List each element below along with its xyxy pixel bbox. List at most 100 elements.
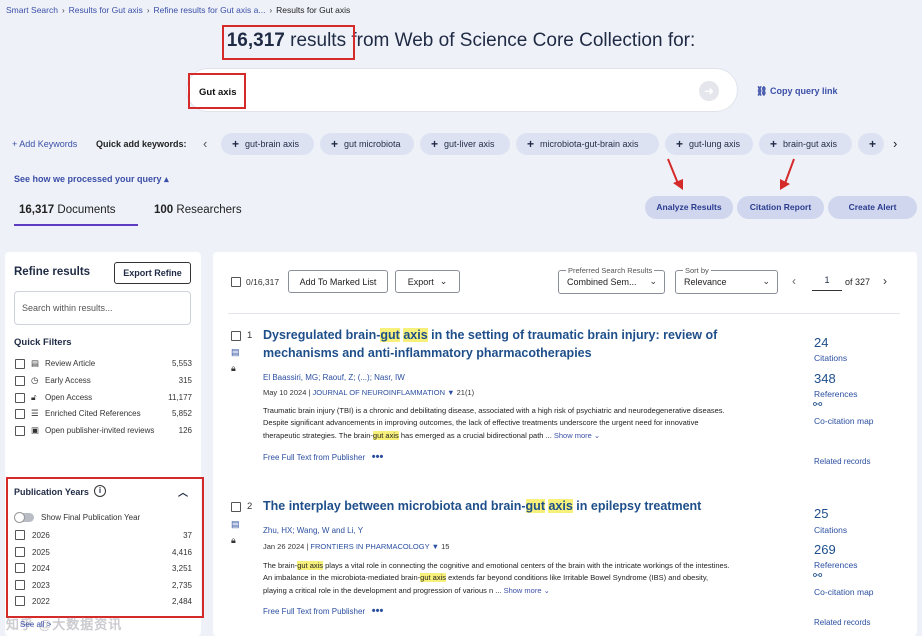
record-meta: May 10 2024 | JOURNAL OF NEUROINFLAMMATI… — [263, 388, 475, 397]
references-count[interactable]: 348 — [814, 371, 836, 386]
arrow-right-icon[interactable]: ➜ — [699, 81, 719, 101]
prev-page-button[interactable]: ‹ — [792, 274, 796, 288]
full-text-link[interactable]: Free Full Text from Publisher ••• — [263, 605, 383, 617]
page-input[interactable]: 1 — [812, 271, 842, 291]
chevron-down-icon: ⌄ — [762, 276, 770, 286]
citations-label: Citations — [814, 353, 848, 363]
annotation-arrow — [667, 158, 683, 190]
keyword-chip[interactable]: + gut-lung axis — [665, 133, 753, 155]
annotation-arrow — [780, 158, 795, 190]
checkbox[interactable] — [15, 376, 25, 386]
breadcrumb-item-results[interactable]: Results for Gut axis — [69, 5, 143, 15]
checkbox[interactable] — [15, 426, 25, 436]
chevron-right-icon[interactable]: › — [893, 136, 897, 151]
link-icon: ⛓ — [756, 86, 768, 96]
full-text-link[interactable]: Free Full Text from Publisher ••• — [263, 451, 383, 463]
copy-query-link[interactable]: ⛓ Copy query link — [756, 86, 837, 97]
quick-filter-review-article[interactable]: ▤ Review Article 5,553 — [15, 358, 192, 370]
more-options-icon[interactable]: ••• — [372, 451, 384, 463]
keyword-chip[interactable]: + gut-liver axis — [420, 133, 510, 155]
related-records-link[interactable]: Related records — [814, 457, 870, 466]
list-icon: ☰ — [31, 408, 39, 418]
analyze-results-button[interactable]: Analyze Results — [645, 196, 733, 219]
journal-link[interactable]: FRONTIERS IN PHARMACOLOGY — [310, 542, 429, 551]
keyword-chip[interactable]: + gut-brain axis — [221, 133, 314, 155]
record-abstract: Traumatic brain injury (TBI) is a chroni… — [263, 406, 725, 440]
show-more-link[interactable]: Show more ⌄ — [554, 431, 600, 440]
record-authors[interactable]: El Baassiri, MG; Raouf, Z; (...); Nasr, … — [263, 373, 405, 382]
add-keywords-button[interactable]: + Add Keywords — [12, 139, 77, 149]
references-count[interactable]: 269 — [814, 542, 836, 557]
checkbox[interactable] — [15, 409, 25, 419]
tab-researchers[interactable]: 100 Researchers — [154, 204, 242, 216]
see-how-processed[interactable]: See how we processed your query ▴ — [14, 174, 169, 185]
sort-by-select[interactable]: Sort by Relevance ⌄ — [675, 266, 778, 294]
record-title[interactable]: Dysregulated brain-gut axis in the setti… — [263, 327, 733, 362]
search-within-input[interactable]: Search within results... — [14, 291, 191, 325]
journal-link[interactable]: JOURNAL OF NEUROINFLAMMATION — [313, 388, 446, 397]
tab-documents[interactable]: 16,317 Documents — [19, 204, 116, 216]
quick-add-label: Quick add keywords: — [96, 139, 187, 149]
see-all-link[interactable]: See all > — [20, 620, 51, 629]
network-icon[interactable]: ⚯ — [813, 569, 822, 582]
record-authors[interactable]: Zhu, HX; Wang, W and Li, Y — [263, 526, 363, 535]
quick-filters-title: Quick Filters — [14, 337, 72, 348]
results-source: from Web of Science Core Collection for: — [351, 30, 696, 51]
record-abstract: The brain-gut axis plays a vital role in… — [263, 561, 730, 595]
cocitation-map-link[interactable]: Co-citation map — [814, 416, 874, 426]
caret-up-icon: ▴ — [164, 174, 169, 184]
breadcrumb-item-refine[interactable]: Refine results for Gut axis a... — [153, 5, 265, 15]
document-icon: ▤ — [231, 347, 240, 357]
chevron-down-icon: ⌄ — [439, 276, 448, 286]
show-more-link[interactable]: Show more ⌄ — [504, 586, 550, 595]
selected-count: 0/16,317 — [246, 277, 280, 287]
citation-report-button[interactable]: Citation Report — [737, 196, 824, 219]
quick-filter-open-access[interactable]: 🔓︎ Open Access 11,177 — [15, 392, 192, 404]
checkbox[interactable] — [15, 393, 25, 403]
chevron-right-icon: › — [146, 5, 150, 15]
quick-filter-enriched-refs[interactable]: ☰ Enriched Cited References 5,852 — [15, 408, 192, 420]
citations-label: Citations — [814, 525, 848, 535]
citations-count[interactable]: 24 — [814, 335, 828, 350]
chevron-down-icon: ⌄ — [649, 276, 657, 286]
quick-filter-early-access[interactable]: ◷ Early Access 315 — [15, 375, 192, 387]
active-tab-underline — [14, 224, 138, 226]
add-to-marked-list-button[interactable]: Add To Marked List — [288, 270, 388, 293]
chevron-left-icon[interactable]: ‹ — [203, 136, 207, 151]
record-checkbox[interactable] — [231, 502, 241, 512]
export-button[interactable]: Export ⌄ — [395, 270, 460, 293]
caret-down-icon[interactable]: ▼ — [432, 542, 439, 551]
quick-filter-invited-reviews[interactable]: ▣ Open publisher-invited reviews 126 — [15, 425, 192, 437]
record-meta: Jan 26 2024 | FRONTIERS IN PHARMACOLOGY … — [263, 542, 450, 551]
record-checkbox[interactable] — [231, 331, 241, 341]
keyword-chip[interactable]: + gut microbiota — [320, 133, 414, 155]
breadcrumb-item-smart-search[interactable]: Smart Search — [6, 5, 58, 15]
record-number: 1 — [247, 330, 253, 341]
divider — [228, 313, 900, 314]
network-icon[interactable]: ⚯ — [813, 398, 822, 411]
document-icon: ▤ — [231, 519, 240, 529]
chevron-right-icon: › — [61, 5, 65, 15]
preferred-results-select[interactable]: Preferred Search Results Combined Sem...… — [558, 266, 665, 294]
keyword-chip[interactable]: + — [858, 133, 884, 155]
citations-count[interactable]: 25 — [814, 506, 828, 521]
checkbox[interactable] — [15, 359, 25, 369]
keyword-chip[interactable]: + microbiota-gut-brain axis — [516, 133, 659, 155]
chevron-right-icon: › — [269, 5, 273, 15]
search-bar[interactable]: Gut axis ➜ — [186, 68, 738, 112]
annotation-box-years — [6, 477, 204, 618]
create-alert-button[interactable]: Create Alert — [828, 196, 917, 219]
export-refine-button[interactable]: Export Refine — [114, 262, 191, 284]
clock-icon: ◷ — [31, 375, 39, 385]
caret-down-icon[interactable]: ▼ — [447, 388, 454, 397]
comment-icon: ▣ — [31, 425, 40, 435]
related-records-link[interactable]: Related records — [814, 618, 870, 627]
cocitation-map-link[interactable]: Co-citation map — [814, 587, 874, 597]
refine-title: Refine results — [14, 266, 91, 278]
keyword-chip[interactable]: + brain-gut axis — [759, 133, 852, 155]
record-title[interactable]: The interplay between microbiota and bra… — [263, 498, 733, 516]
select-all-checkbox[interactable] — [231, 277, 241, 287]
annotation-box-query — [188, 73, 246, 109]
next-page-button[interactable]: › — [883, 274, 887, 288]
more-options-icon[interactable]: ••• — [372, 605, 384, 617]
